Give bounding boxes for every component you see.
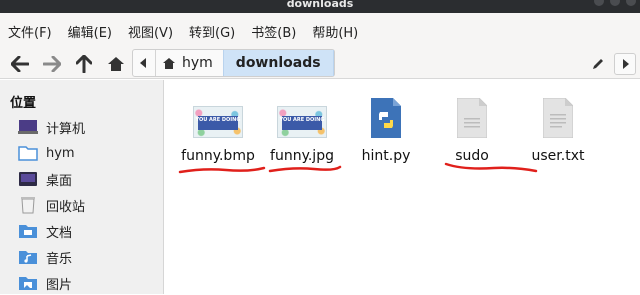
image-thumbnail-icon: YOU ARE DOING [193, 106, 243, 138]
computer-icon [18, 118, 38, 136]
file-name: funny.bmp [181, 148, 255, 164]
pencil-icon [593, 59, 603, 69]
arrow-right-icon [43, 56, 61, 72]
menu-go[interactable]: 转到(G) [187, 20, 237, 43]
file-item-funny-bmp[interactable]: YOU ARE DOING funny.bmp [180, 96, 256, 164]
minimize-button[interactable] [594, 0, 604, 6]
chevron-right-icon [623, 59, 629, 69]
file-name: hint.py [361, 148, 411, 164]
forward-button[interactable] [40, 53, 64, 75]
up-button[interactable] [72, 53, 96, 75]
menu-help[interactable]: 帮助(H) [310, 20, 360, 43]
home-button[interactable] [104, 53, 128, 75]
underline-sudo-user-txt [444, 162, 538, 173]
thumbnail-text: YOU ARE DOING [279, 117, 325, 123]
sidebar-item-label: 图片 [46, 277, 73, 293]
file-item-sudo[interactable]: sudo [434, 96, 510, 164]
edit-location-button[interactable] [586, 53, 610, 75]
home-icon [163, 57, 175, 69]
image-thumbnail-icon: YOU ARE DOING [277, 106, 327, 138]
menu-edit[interactable]: 编辑(E) [66, 20, 114, 43]
sidebar: 位置 计算机 hym 桌面 回收站 文档 音乐 图片 [0, 80, 164, 294]
music-icon [18, 248, 38, 266]
sidebar-item-music[interactable]: 音乐 [18, 245, 72, 269]
sidebar-header: 位置 [10, 96, 37, 111]
arrow-left-icon [11, 56, 29, 72]
maximize-button[interactable] [610, 0, 620, 6]
file-item-funny-jpg[interactable]: YOU ARE DOING funny.jpg [264, 96, 340, 164]
sidebar-item-documents[interactable]: 文档 [18, 219, 72, 243]
path-scroll-left-button[interactable] [133, 50, 156, 76]
sidebar-item-hym[interactable]: hym [18, 141, 75, 165]
sidebar-item-label: 回收站 [46, 199, 86, 215]
home-folder-icon [18, 144, 38, 162]
menu-bar: 文件(F) 编辑(E) 视图(V) 转到(G) 书签(B) 帮助(H) [0, 13, 640, 49]
path-scroll-right-button[interactable] [614, 53, 636, 75]
file-view[interactable]: YOU ARE DOING funny.bmp YOU ARE DOING fu… [164, 80, 640, 294]
sidebar-item-label: 计算机 [46, 121, 86, 137]
file-item-user-txt[interactable]: user.txt [520, 96, 596, 164]
file-name: sudo [455, 148, 489, 164]
python-file-icon [371, 98, 401, 138]
sidebar-item-label: 桌面 [46, 173, 73, 189]
underline-funny-jpg [268, 165, 342, 173]
toolbar: hym downloads [0, 49, 640, 79]
close-button[interactable] [626, 0, 636, 6]
crumb-label: downloads [235, 55, 321, 71]
crumb-label: hym [182, 55, 213, 71]
menu-file[interactable]: 文件(F) [6, 20, 54, 43]
title-bar: downloads [0, 0, 640, 13]
sidebar-item-computer[interactable]: 计算机 [18, 115, 85, 139]
crumb-downloads[interactable]: downloads [222, 50, 334, 76]
arrow-up-icon [76, 55, 92, 73]
crumb-hym[interactable]: hym [156, 50, 223, 76]
thumbnail-text: YOU ARE DOING [195, 117, 241, 123]
home-icon [108, 57, 124, 71]
text-file-icon [543, 98, 573, 138]
back-button[interactable] [8, 53, 32, 75]
trash-icon [18, 196, 38, 214]
sidebar-item-pictures[interactable]: 图片 [18, 271, 72, 295]
chevron-left-icon [140, 58, 146, 68]
file-name: funny.jpg [270, 148, 334, 164]
desktop-icon [18, 170, 38, 188]
underline-funny-bmp [178, 166, 266, 174]
sidebar-item-desktop[interactable]: 桌面 [18, 167, 72, 191]
sidebar-item-label: 音乐 [46, 251, 73, 267]
file-item-hint-py[interactable]: hint.py [348, 96, 424, 164]
file-name: user.txt [531, 148, 585, 164]
menu-view[interactable]: 视图(V) [126, 20, 175, 43]
pictures-icon [18, 274, 38, 292]
documents-icon [18, 222, 38, 240]
path-bar: hym downloads [132, 49, 335, 77]
sidebar-item-label: hym [46, 145, 75, 161]
sidebar-item-label: 文档 [46, 225, 73, 241]
generic-file-icon [457, 98, 487, 138]
sidebar-item-trash[interactable]: 回收站 [18, 193, 85, 217]
window-title: downloads [286, 0, 354, 10]
menu-bookmarks[interactable]: 书签(B) [249, 20, 298, 43]
